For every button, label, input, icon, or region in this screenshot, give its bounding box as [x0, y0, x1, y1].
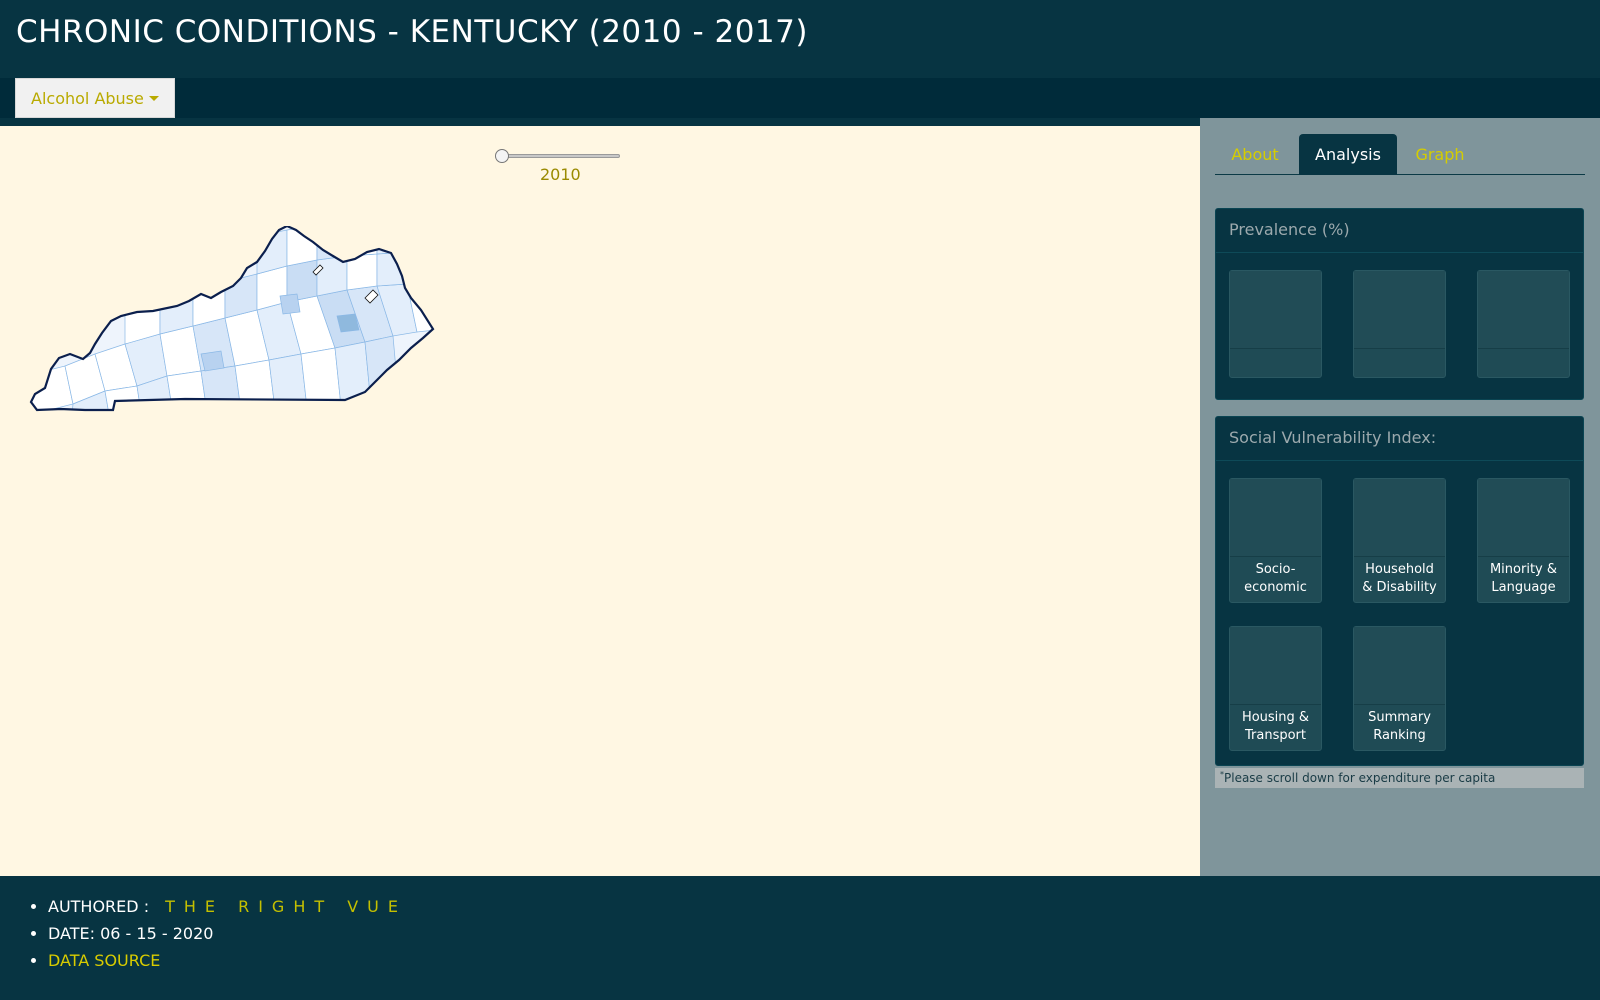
prevalence-tile	[1477, 270, 1570, 378]
condition-dropdown-label: Alcohol Abuse	[31, 88, 144, 108]
data-source-link[interactable]: DATA SOURCE	[48, 951, 160, 970]
footer: AUTHORED : THE RIGHT VUE DATE: 06 - 15 - …	[0, 876, 1600, 1000]
prevalence-tile-value	[1478, 271, 1569, 349]
sidebar-tabs: About Analysis Graph	[1215, 134, 1585, 175]
authored-by: THE RIGHT VUE	[165, 897, 407, 916]
footer-authored: AUTHORED : THE RIGHT VUE	[48, 896, 407, 923]
condition-dropdown[interactable]: Alcohol Abuse	[15, 78, 175, 118]
divider-strip	[0, 118, 1200, 126]
svi-tile-label: Housing & Transport	[1241, 710, 1310, 743]
prevalence-tile-value	[1230, 271, 1321, 349]
prevalence-tile	[1353, 270, 1446, 378]
year-slider-track[interactable]	[503, 154, 620, 158]
map-panel: 2010	[0, 126, 1200, 876]
svi-tile-summary-ranking: Summary Ranking	[1353, 626, 1446, 751]
app-header: CHRONIC CONDITIONS - KENTUCKY (2010 - 20…	[0, 0, 1600, 78]
svi-tile-label: Minority & Language	[1489, 562, 1558, 595]
scroll-note: *Please scroll down for expenditure per …	[1215, 768, 1584, 788]
analysis-sidebar: About Analysis Graph Prevalence (%) Soci…	[1200, 118, 1600, 876]
svi-tile-housing-transport: Housing & Transport	[1229, 626, 1322, 751]
prevalence-title: Prevalence (%)	[1216, 209, 1583, 253]
tab-about[interactable]: About	[1215, 134, 1295, 175]
svi-tile-label: Summary Ranking	[1368, 710, 1431, 743]
svi-tile-household-disability: Household & Disability	[1353, 478, 1446, 603]
toolbar: Alcohol Abuse	[0, 78, 1600, 118]
svi-title: Social Vulnerability Index:	[1216, 417, 1583, 461]
kentucky-map[interactable]	[25, 226, 445, 426]
chevron-down-icon	[148, 95, 159, 101]
prevalence-tile	[1229, 270, 1322, 378]
year-label: 2010	[540, 165, 581, 184]
svi-tile-minority-language: Minority & Language	[1477, 478, 1570, 603]
year-slider-thumb[interactable]	[495, 149, 509, 163]
scroll-note-text: Please scroll down for expenditure per c…	[1224, 771, 1496, 785]
svi-tile-socioeconomic: Socio-economic	[1229, 478, 1322, 603]
prevalence-tile-value	[1354, 271, 1445, 349]
footer-data-source: DATA SOURCE	[48, 950, 407, 977]
svi-tile-label: Socio-economic	[1244, 562, 1307, 595]
page-title: CHRONIC CONDITIONS - KENTUCKY (2010 - 20…	[16, 14, 808, 50]
prevalence-card: Prevalence (%)	[1215, 208, 1584, 400]
svi-tile-label: Household & Disability	[1362, 562, 1437, 595]
footer-date: DATE: 06 - 15 - 2020	[48, 923, 407, 950]
svi-card: Social Vulnerability Index: Socio-econom…	[1215, 416, 1584, 766]
tab-graph[interactable]: Graph	[1401, 134, 1479, 175]
authored-label: AUTHORED :	[48, 897, 150, 916]
year-slider[interactable]	[495, 149, 625, 163]
tab-analysis[interactable]: Analysis	[1299, 134, 1397, 175]
footer-list: AUTHORED : THE RIGHT VUE DATE: 06 - 15 - …	[48, 896, 407, 977]
